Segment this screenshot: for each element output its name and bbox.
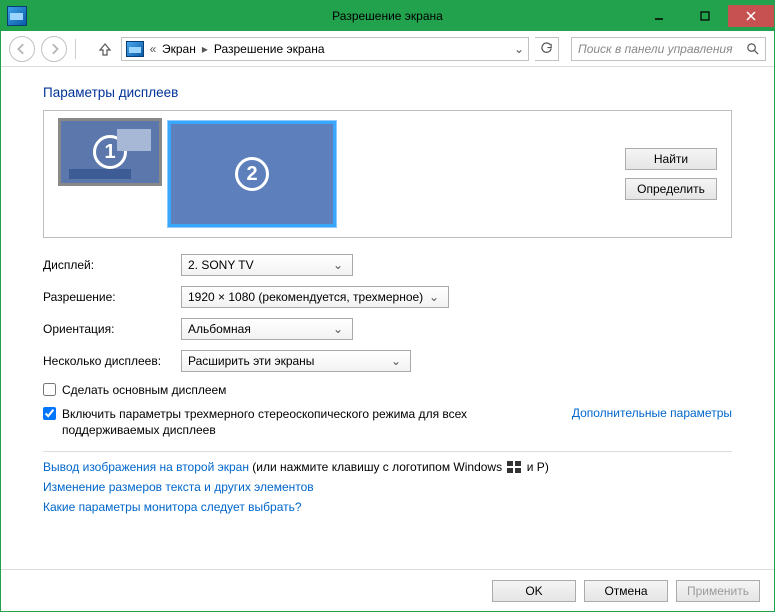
- breadcrumb[interactable]: « Экран ▸ Разрешение экрана ⌄: [121, 37, 529, 61]
- resolution-value: 1920 × 1080 (рекомендуется, трехмерное): [188, 290, 423, 304]
- monitor-2-number: 2: [235, 157, 269, 191]
- orientation-value: Альбомная: [188, 322, 251, 336]
- breadcrumb-seg1[interactable]: Экран: [162, 42, 196, 56]
- search-placeholder: Поиск в панели управления: [578, 42, 740, 56]
- multiple-displays-dropdown[interactable]: Расширить эти экраны ⌄: [181, 350, 411, 372]
- window-title: Разрешение экрана: [1, 9, 774, 23]
- resolution-dropdown[interactable]: 1920 × 1080 (рекомендуется, трехмерное) …: [181, 286, 449, 308]
- dialog-footer: OK Отмена Применить: [1, 569, 774, 611]
- stereo-label: Включить параметры трехмерного стереоско…: [62, 406, 482, 438]
- monitor-base: [69, 169, 131, 179]
- refresh-button[interactable]: [535, 37, 559, 61]
- identify-button[interactable]: Определить: [625, 178, 717, 200]
- monitor-2[interactable]: 2: [168, 121, 336, 227]
- titlebar: Разрешение экрана: [1, 1, 774, 31]
- toolbar: « Экран ▸ Разрешение экрана ⌄ Поиск в па…: [1, 31, 774, 67]
- chevron-down-icon: ⌄: [388, 354, 404, 368]
- stereo-checkbox[interactable]: [43, 407, 56, 420]
- chevron-down-icon: ⌄: [330, 322, 346, 336]
- display-icon: [126, 41, 144, 57]
- display-value: 2. SONY TV: [188, 258, 254, 272]
- orientation-label: Ориентация:: [43, 322, 181, 336]
- display-label: Дисплей:: [43, 258, 181, 272]
- make-main-checkbox[interactable]: [43, 383, 56, 396]
- display-dropdown[interactable]: 2. SONY TV ⌄: [181, 254, 353, 276]
- windows-logo-icon: [507, 461, 521, 473]
- up-button[interactable]: [95, 42, 115, 56]
- breadcrumb-seg2[interactable]: Разрешение экрана: [214, 42, 325, 56]
- search-input[interactable]: Поиск в панели управления: [571, 37, 766, 61]
- breadcrumb-prefix: «: [148, 42, 158, 56]
- page-title: Параметры дисплеев: [43, 85, 732, 100]
- project-suffix-b: и P): [523, 460, 548, 474]
- make-main-label: Сделать основным дисплеем: [62, 382, 226, 398]
- forward-button[interactable]: [41, 36, 67, 62]
- project-link[interactable]: Вывод изображения на второй экран: [43, 460, 249, 474]
- resolution-label: Разрешение:: [43, 290, 181, 304]
- multiple-displays-label: Несколько дисплеев:: [43, 354, 181, 368]
- cancel-button[interactable]: Отмена: [584, 580, 668, 602]
- text-size-link[interactable]: Изменение размеров текста и других элеме…: [43, 480, 314, 494]
- chevron-down-icon: ⌄: [330, 258, 346, 272]
- project-suffix-a: (или нажмите клавишу с логотипом Windows: [249, 460, 505, 474]
- advanced-settings-link[interactable]: Дополнительные параметры: [572, 406, 732, 420]
- orientation-dropdown[interactable]: Альбомная ⌄: [181, 318, 353, 340]
- monitor-grid-icon: [117, 129, 151, 151]
- which-settings-link[interactable]: Какие параметры монитора следует выбрать…: [43, 500, 302, 514]
- apply-button[interactable]: Применить: [676, 580, 760, 602]
- ok-button[interactable]: OK: [492, 580, 576, 602]
- multiple-displays-value: Расширить эти экраны: [188, 354, 314, 368]
- separator: [43, 451, 732, 452]
- display-arrangement[interactable]: 1 2 Найти Определить: [43, 110, 732, 238]
- back-button[interactable]: [9, 36, 35, 62]
- chevron-right-icon: ▸: [200, 42, 210, 56]
- detect-button[interactable]: Найти: [625, 148, 717, 170]
- monitor-1[interactable]: 1: [58, 118, 162, 186]
- chevron-down-icon[interactable]: ⌄: [514, 42, 524, 56]
- chevron-down-icon: ⌄: [426, 290, 442, 304]
- search-icon: [746, 42, 759, 55]
